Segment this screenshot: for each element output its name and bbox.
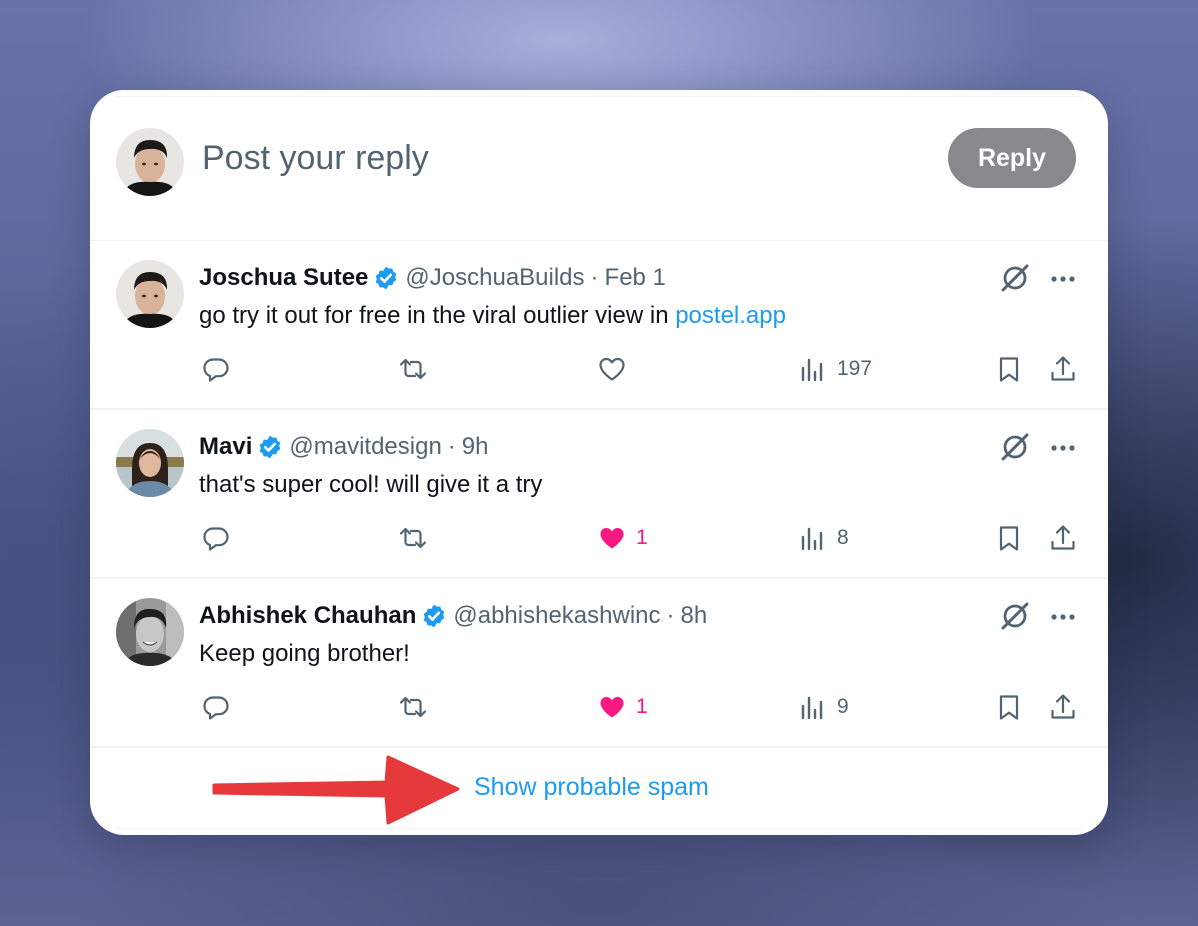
share-icon [1051, 356, 1075, 381]
views-action[interactable]: 9 [798, 690, 849, 724]
share-action[interactable] [1048, 352, 1078, 386]
tweet-header: Abhishek Chauhan @abhishekashwinc · 8h [199, 601, 707, 631]
annotation-arrow-icon [212, 755, 460, 825]
tweet-text: that's super cool! will give it a try [199, 470, 542, 500]
reply-icon [203, 358, 229, 382]
separator: · [590, 264, 599, 291]
bookmark-action[interactable] [994, 521, 1024, 555]
tweet-link[interactable]: postel.app [675, 302, 786, 329]
grok-icon[interactable] [999, 262, 1031, 294]
reply-action[interactable] [201, 690, 231, 724]
author-handle[interactable]: @JoschuaBuilds [405, 263, 584, 293]
verified-icon [260, 435, 281, 459]
timestamp[interactable]: 8h [681, 601, 708, 631]
views-icon [801, 358, 823, 382]
avatar [116, 128, 184, 196]
views-count: 9 [837, 695, 849, 718]
grok-icon[interactable] [999, 600, 1031, 632]
bookmark-action[interactable] [994, 690, 1024, 724]
avatar[interactable] [116, 598, 184, 666]
bookmark-icon [999, 526, 1019, 551]
avatar[interactable] [116, 260, 184, 328]
reply-action[interactable] [201, 352, 231, 386]
more-icon[interactable] [1048, 433, 1078, 463]
like-icon [600, 697, 624, 718]
like-action[interactable]: 1 [597, 521, 648, 555]
bookmark-icon [999, 695, 1019, 720]
tweet-text: Keep going brother! [199, 639, 410, 669]
bookmark-icon [999, 357, 1019, 382]
retweet-icon [399, 358, 427, 380]
bookmark-action[interactable] [994, 352, 1024, 386]
verified-icon [376, 266, 397, 290]
tweet-header: Mavi @mavitdesign · 9h [199, 432, 489, 462]
tweet[interactable]: Mavi @mavitdesign · 9h that's super cool… [90, 409, 1108, 579]
reply-composer: Reply [90, 90, 1108, 241]
tweet-header: Joschua Sutee @JoschuaBuilds · Feb 1 [199, 263, 666, 293]
author-name[interactable]: Abhishek Chauhan [199, 601, 416, 631]
retweet-icon [399, 696, 427, 718]
share-action[interactable] [1048, 690, 1078, 724]
views-count: 8 [837, 526, 849, 549]
like-count: 1 [636, 695, 648, 718]
views-count: 197 [837, 357, 873, 380]
views-action[interactable]: 8 [798, 521, 849, 555]
like-count: 1 [636, 526, 648, 549]
reply-input[interactable] [202, 136, 822, 180]
tweet[interactable]: Abhishek Chauhan @abhishekashwinc · 8h K… [90, 578, 1108, 748]
tweet-text-body: go try it out for free in the viral outl… [199, 302, 676, 329]
separator: · [447, 433, 456, 460]
share-icon [1051, 694, 1075, 719]
reply-icon [203, 527, 229, 551]
tweet-text-body: that's super cool! will give it a try [199, 471, 543, 498]
author-name[interactable]: Joschua Sutee [199, 263, 368, 293]
reply-action[interactable] [201, 521, 231, 555]
timestamp[interactable]: 9h [462, 432, 489, 462]
avatar[interactable] [116, 429, 184, 497]
reply-button[interactable]: Reply [948, 128, 1076, 188]
tweet[interactable]: Joschua Sutee @JoschuaBuilds · Feb 1 go … [90, 240, 1108, 410]
share-icon [1051, 525, 1075, 550]
more-icon[interactable] [1048, 602, 1078, 632]
retweet-action[interactable] [398, 690, 428, 724]
timestamp[interactable]: Feb 1 [605, 263, 666, 293]
more-icon[interactable] [1048, 264, 1078, 294]
retweet-action[interactable] [398, 352, 428, 386]
retweet-action[interactable] [398, 521, 428, 555]
like-action[interactable]: 1 [597, 690, 648, 724]
tweet-text-body: Keep going brother! [199, 640, 410, 667]
author-name[interactable]: Mavi [199, 432, 252, 462]
views-icon [801, 696, 823, 720]
views-icon [801, 527, 823, 551]
like-icon [599, 357, 625, 381]
reply-icon [203, 696, 229, 720]
retweet-icon [399, 527, 427, 549]
grok-icon[interactable] [999, 431, 1031, 463]
author-handle[interactable]: @abhishekashwinc [453, 601, 660, 631]
views-action[interactable]: 197 [798, 352, 872, 386]
verified-icon [424, 604, 445, 628]
tweet-text: go try it out for free in the viral outl… [199, 301, 786, 331]
author-handle[interactable]: @mavitdesign [289, 432, 441, 462]
show-probable-spam-link[interactable]: Show probable spam [474, 773, 709, 802]
reply-thread-card: Reply Joschua Sutee @JoschuaBuilds · Feb… [90, 90, 1108, 835]
share-action[interactable] [1048, 521, 1078, 555]
separator: · [666, 602, 675, 629]
like-action[interactable] [597, 352, 636, 386]
like-icon [600, 528, 624, 549]
divider [116, 828, 1082, 829]
